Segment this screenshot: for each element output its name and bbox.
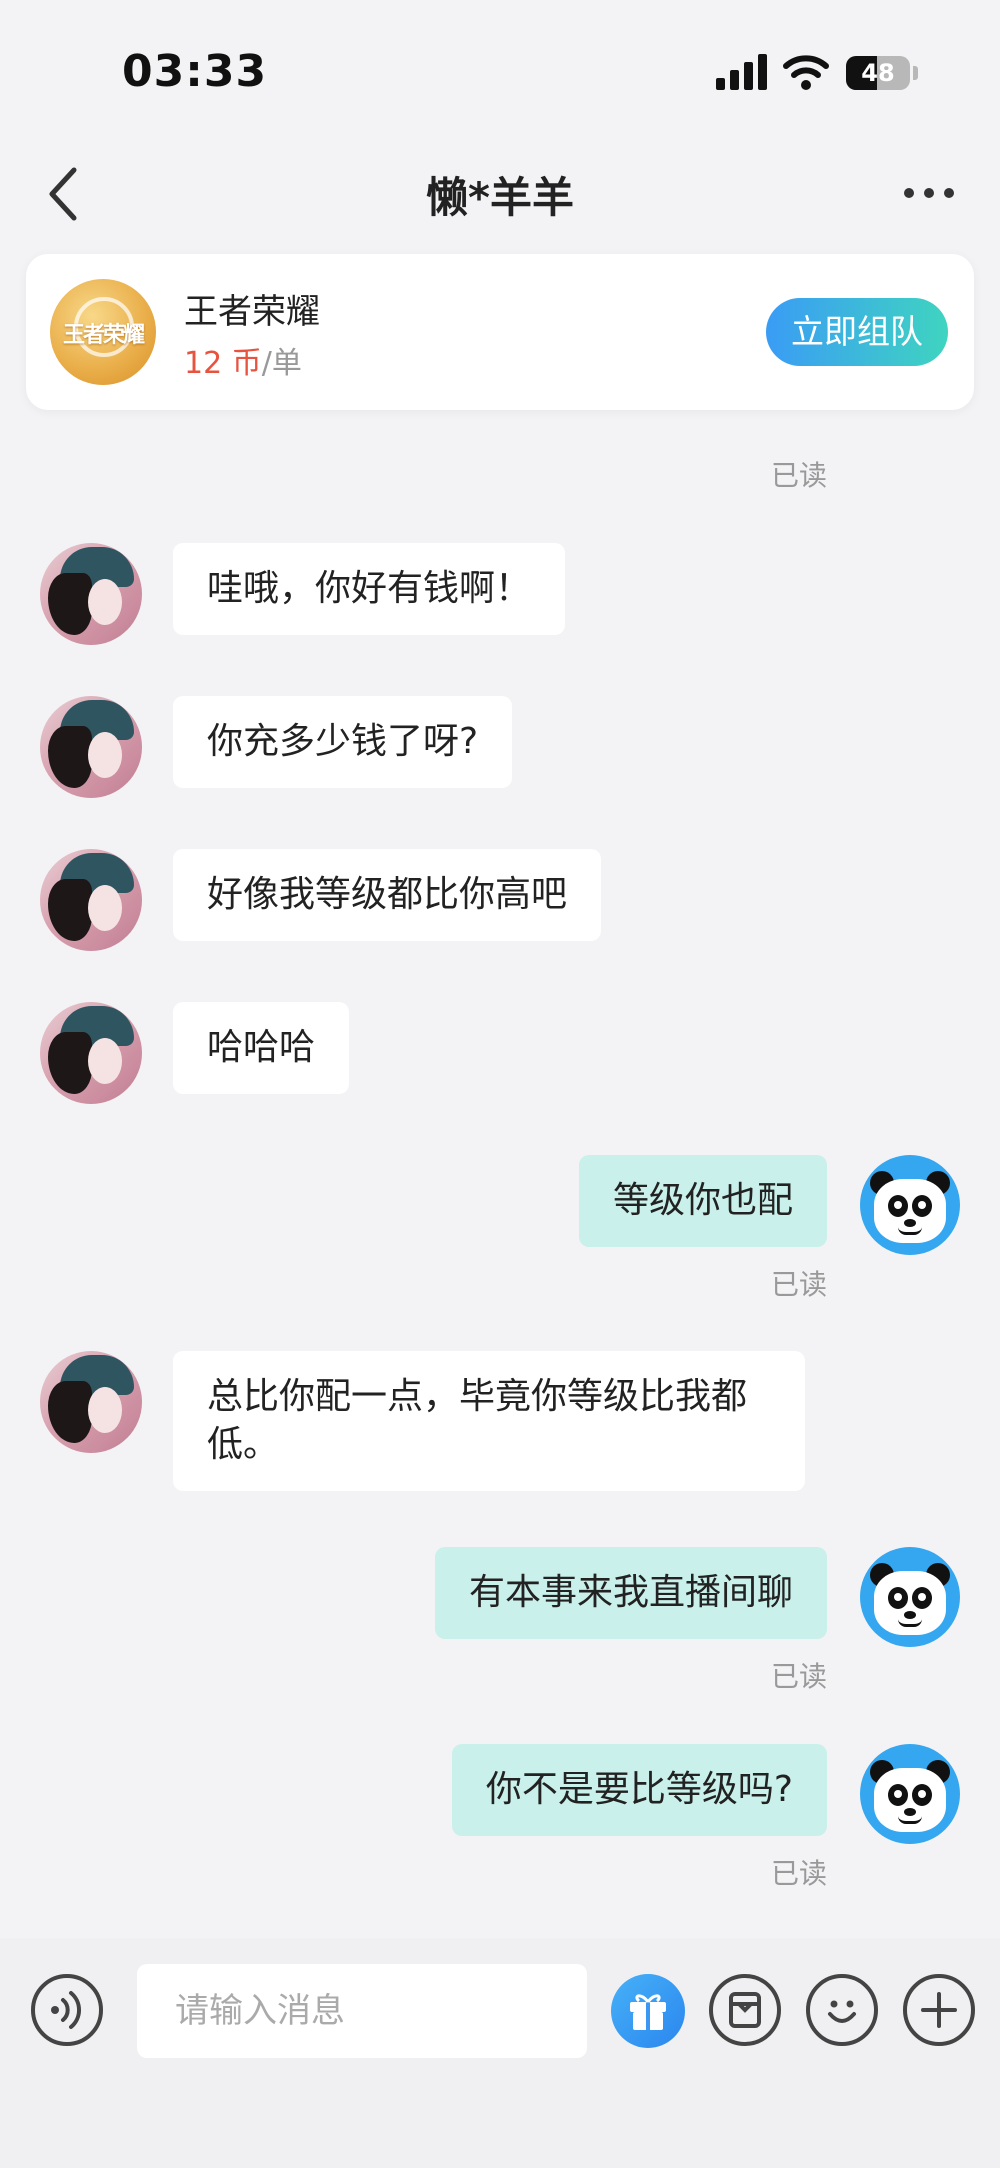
gift-icon bbox=[630, 1994, 666, 2030]
message-bubble: 好像我等级都比你高吧 bbox=[173, 849, 602, 941]
message-bubble: 你充多少钱了呀? bbox=[173, 696, 513, 788]
contact-avatar[interactable] bbox=[40, 543, 142, 645]
plus-icon bbox=[921, 1992, 957, 2028]
game-logo-text: 王者荣耀 bbox=[62, 323, 145, 348]
sticker-pack-button[interactable] bbox=[709, 1974, 781, 2046]
game-price: 12 币/单 bbox=[184, 338, 302, 382]
smiley-icon bbox=[828, 2000, 856, 2023]
message-input[interactable] bbox=[137, 1964, 587, 2058]
message-bubble: 总比你配一点，毕竟你等级比我都低。 bbox=[173, 1351, 805, 1491]
signal-icon bbox=[716, 54, 768, 90]
read-status: 已读 bbox=[770, 1660, 827, 1693]
read-status: 已读 bbox=[770, 459, 827, 492]
read-status: 已读 bbox=[770, 1268, 827, 1301]
message-bubble: 哇哦，你好有钱啊！ bbox=[173, 543, 566, 635]
chat-title: 懒*羊羊 bbox=[426, 173, 574, 222]
battery-percent: 48 bbox=[861, 59, 895, 87]
my-avatar[interactable] bbox=[860, 1547, 960, 1647]
message-bubble-mine: 有本事来我直播间聊 bbox=[434, 1547, 827, 1639]
message-bubble-mine: 等级你也配 bbox=[578, 1155, 827, 1247]
gift-button[interactable] bbox=[611, 1974, 685, 2048]
price-unit: /单 bbox=[261, 346, 302, 381]
read-status: 已读 bbox=[770, 1857, 827, 1890]
status-bar: 03:33 48 bbox=[0, 0, 1000, 140]
game-card[interactable]: 王者荣耀 王者荣耀 12 币/单 立即组队 bbox=[26, 254, 974, 410]
voice-icon bbox=[51, 1991, 82, 2029]
package-icon bbox=[729, 1992, 761, 2028]
message-bubble: 哈哈哈 bbox=[173, 1002, 350, 1094]
price-value: 12 币 bbox=[184, 346, 262, 381]
game-logo: 王者荣耀 bbox=[50, 279, 156, 385]
game-name: 王者荣耀 bbox=[184, 292, 320, 332]
contact-avatar[interactable] bbox=[40, 696, 142, 798]
message-bubble-mine: 你不是要比等级吗? bbox=[451, 1744, 827, 1836]
my-avatar[interactable] bbox=[860, 1744, 960, 1844]
more-actions-button[interactable] bbox=[903, 1974, 975, 2046]
contact-avatar[interactable] bbox=[40, 1351, 142, 1453]
voice-button[interactable] bbox=[31, 1974, 103, 2046]
team-up-button[interactable]: 立即组队 bbox=[766, 298, 948, 366]
contact-avatar[interactable] bbox=[40, 1002, 142, 1104]
back-button[interactable] bbox=[40, 162, 90, 226]
chat-area[interactable]: 已读 哇哦，你好有钱啊！ 你充多少钱了呀? 好像我等级都比你高吧 哈哈哈 等级你… bbox=[0, 300, 1000, 1932]
contact-avatar[interactable] bbox=[40, 849, 142, 951]
my-avatar[interactable] bbox=[860, 1155, 960, 1255]
battery-icon: 48 bbox=[846, 56, 910, 90]
wifi-icon bbox=[783, 55, 829, 90]
input-bar bbox=[0, 1938, 1000, 2168]
battery-cap bbox=[913, 66, 918, 80]
emoji-button[interactable] bbox=[806, 1974, 878, 2046]
status-time: 03:33 bbox=[122, 46, 268, 97]
more-options-button[interactable] bbox=[904, 178, 956, 206]
